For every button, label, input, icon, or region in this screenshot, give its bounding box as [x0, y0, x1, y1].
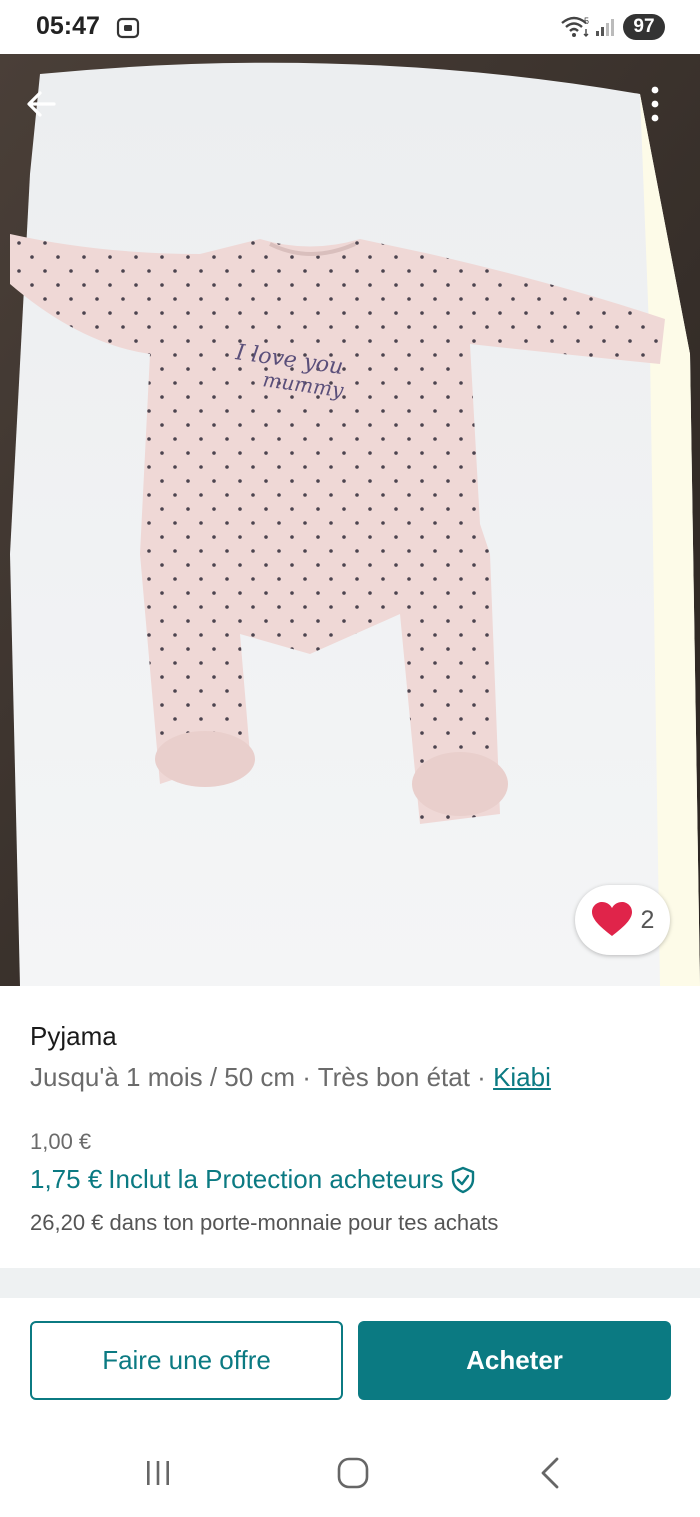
brand-link[interactable]: Kiabi [493, 1062, 551, 1092]
back-button[interactable] [22, 84, 62, 124]
more-vertical-icon [651, 86, 659, 122]
buyer-protection-price[interactable]: 1,75 € Inclut la Protection acheteurs [30, 1164, 476, 1195]
system-back-button[interactable] [525, 1456, 575, 1490]
shield-check-icon [451, 1166, 474, 1193]
item-attributes: Jusqu'à 1 mois / 50 cm · Très bon état · [30, 1062, 494, 1092]
favorite-count: 2 [640, 905, 655, 934]
item-subtitle: Jusqu'à 1 mois / 50 cm · Très bon état ·… [30, 1062, 551, 1093]
product-image: I love you mummy [0, 54, 700, 986]
svg-text:5: 5 [584, 16, 589, 26]
buy-button[interactable]: Acheter [358, 1321, 671, 1400]
home-button[interactable] [328, 1456, 378, 1490]
section-divider [0, 1268, 700, 1298]
wifi-icon: 5 [560, 15, 592, 44]
back-icon [541, 1457, 559, 1489]
status-bar: 05:47 5 97 [0, 0, 700, 54]
status-time: 05:47 [36, 12, 100, 40]
action-bar: Faire une offre Acheter [0, 1298, 700, 1428]
make-offer-button[interactable]: Faire une offre [30, 1321, 343, 1400]
protection-text: Inclut la Protection acheteurs [108, 1164, 444, 1194]
signal-icon [594, 16, 616, 43]
total-price: 1,75 € [30, 1164, 103, 1194]
recent-apps-icon [147, 1461, 169, 1485]
more-options-button[interactable] [640, 82, 670, 126]
product-photo[interactable]: I love you mummy 2 [0, 54, 700, 986]
recent-apps-button[interactable] [133, 1456, 183, 1490]
item-price: 1,00 € [30, 1129, 92, 1154]
system-nav-bar [0, 1428, 700, 1517]
heart-icon [591, 902, 632, 936]
screenshot-icon [115, 16, 141, 45]
battery-indicator: 97 [623, 14, 665, 40]
home-icon [337, 1457, 369, 1489]
favorite-button[interactable]: 2 [575, 885, 670, 955]
wallet-balance-text: 26,20 € dans ton porte-monnaie pour tes … [30, 1210, 499, 1235]
item-details: Pyjama Jusqu'à 1 mois / 50 cm · Très bon… [0, 986, 700, 1268]
item-title: Pyjama [30, 1021, 117, 1051]
back-arrow-icon [27, 91, 56, 117]
